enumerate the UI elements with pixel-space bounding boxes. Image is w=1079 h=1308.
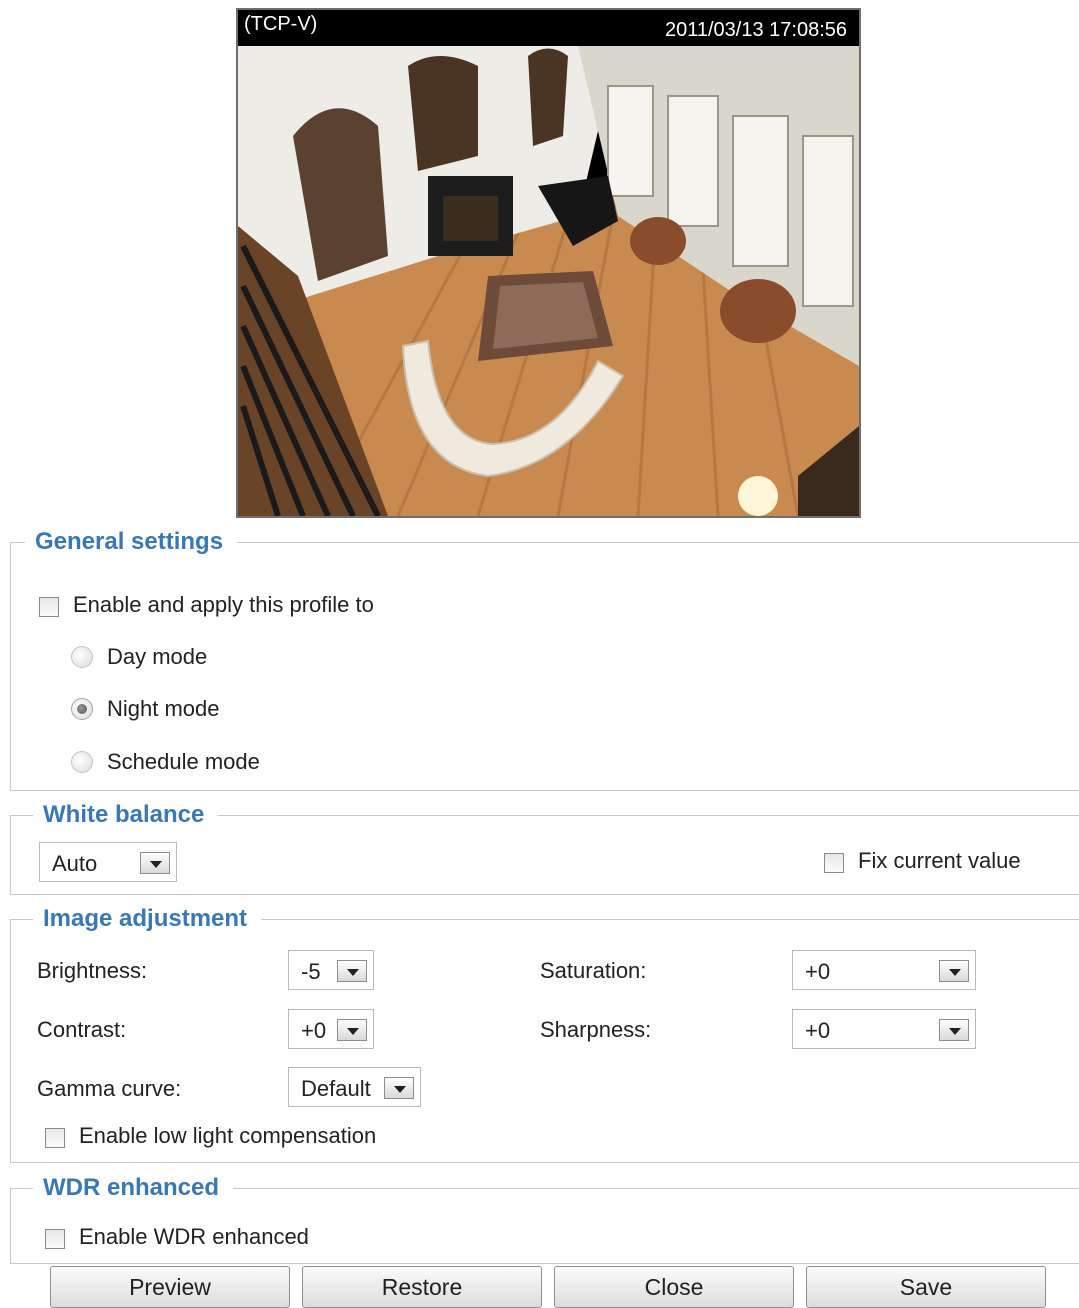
- stream-protocol: (TCP-V): [244, 13, 318, 35]
- chevron-down-icon: [939, 1019, 969, 1041]
- low-light-compensation-checkbox[interactable]: [45, 1128, 65, 1148]
- white-balance-value: Auto: [52, 851, 98, 876]
- chevron-down-icon: [140, 852, 170, 874]
- contrast-label: Contrast:: [37, 1017, 127, 1042]
- contrast-select[interactable]: +0: [288, 1009, 374, 1049]
- enable-wdr-checkbox[interactable]: [45, 1229, 65, 1249]
- chevron-down-icon: [384, 1077, 414, 1099]
- enable-wdr-label: Enable WDR enhanced: [79, 1224, 309, 1249]
- night-mode-radio[interactable]: [71, 698, 93, 720]
- close-button[interactable]: Close: [554, 1266, 794, 1308]
- general-settings-section: General settings Enable and apply this p…: [10, 528, 1079, 791]
- day-mode-radio[interactable]: [71, 646, 93, 668]
- image-adjustment-legend: Image adjustment: [33, 905, 262, 933]
- chevron-down-icon: [337, 1019, 367, 1041]
- gamma-curve-select[interactable]: Default: [288, 1067, 421, 1107]
- preview-button[interactable]: Preview: [50, 1266, 290, 1308]
- sharpness-value: +0: [805, 1018, 831, 1043]
- fix-current-value-label: Fix current value: [858, 848, 1021, 873]
- white-balance-select[interactable]: Auto: [39, 842, 177, 882]
- gamma-curve-value: Default: [301, 1076, 371, 1101]
- brightness-value: -5: [301, 959, 321, 984]
- brightness-label: Brightness:: [37, 958, 148, 983]
- enable-profile-label: Enable and apply this profile to: [73, 592, 374, 617]
- white-balance-legend: White balance: [33, 801, 219, 829]
- image-adjustment-section: Image adjustment Brightness: -5 Saturati…: [10, 905, 1079, 1163]
- saturation-label: Saturation:: [540, 958, 647, 983]
- saturation-select[interactable]: +0: [792, 950, 976, 990]
- schedule-mode-label: Schedule mode: [107, 749, 260, 774]
- low-light-compensation-label: Enable low light compensation: [79, 1123, 377, 1148]
- fix-current-value-checkbox[interactable]: [824, 853, 844, 873]
- wdr-enhanced-legend: WDR enhanced: [33, 1174, 234, 1202]
- wdr-enhanced-section: WDR enhanced Enable WDR enhanced: [10, 1174, 1079, 1264]
- video-osd-bar: (TCP-V) 2011/03/13 17:08:56: [238, 10, 859, 46]
- schedule-mode-radio[interactable]: [71, 751, 93, 773]
- enable-profile-checkbox[interactable]: [39, 597, 59, 617]
- brightness-select[interactable]: -5: [288, 950, 374, 990]
- white-balance-section: White balance Auto Fix current value: [10, 801, 1079, 895]
- gamma-curve-label: Gamma curve:: [37, 1076, 182, 1101]
- saturation-value: +0: [805, 959, 831, 984]
- night-mode-label: Night mode: [107, 696, 220, 721]
- general-settings-legend: General settings: [25, 528, 238, 556]
- contrast-value: +0: [301, 1018, 327, 1043]
- day-mode-label: Day mode: [107, 644, 208, 669]
- chevron-down-icon: [337, 960, 367, 982]
- video-preview: (TCP-V) 2011/03/13 17:08:56: [236, 8, 861, 518]
- save-button[interactable]: Save: [806, 1266, 1046, 1308]
- camera-scene-image: [238, 46, 859, 516]
- chevron-down-icon: [939, 960, 969, 982]
- sharpness-label: Sharpness:: [540, 1017, 652, 1042]
- sharpness-select[interactable]: +0: [792, 1009, 976, 1049]
- video-timestamp: 2011/03/13 17:08:56: [664, 19, 847, 41]
- restore-button[interactable]: Restore: [302, 1266, 542, 1308]
